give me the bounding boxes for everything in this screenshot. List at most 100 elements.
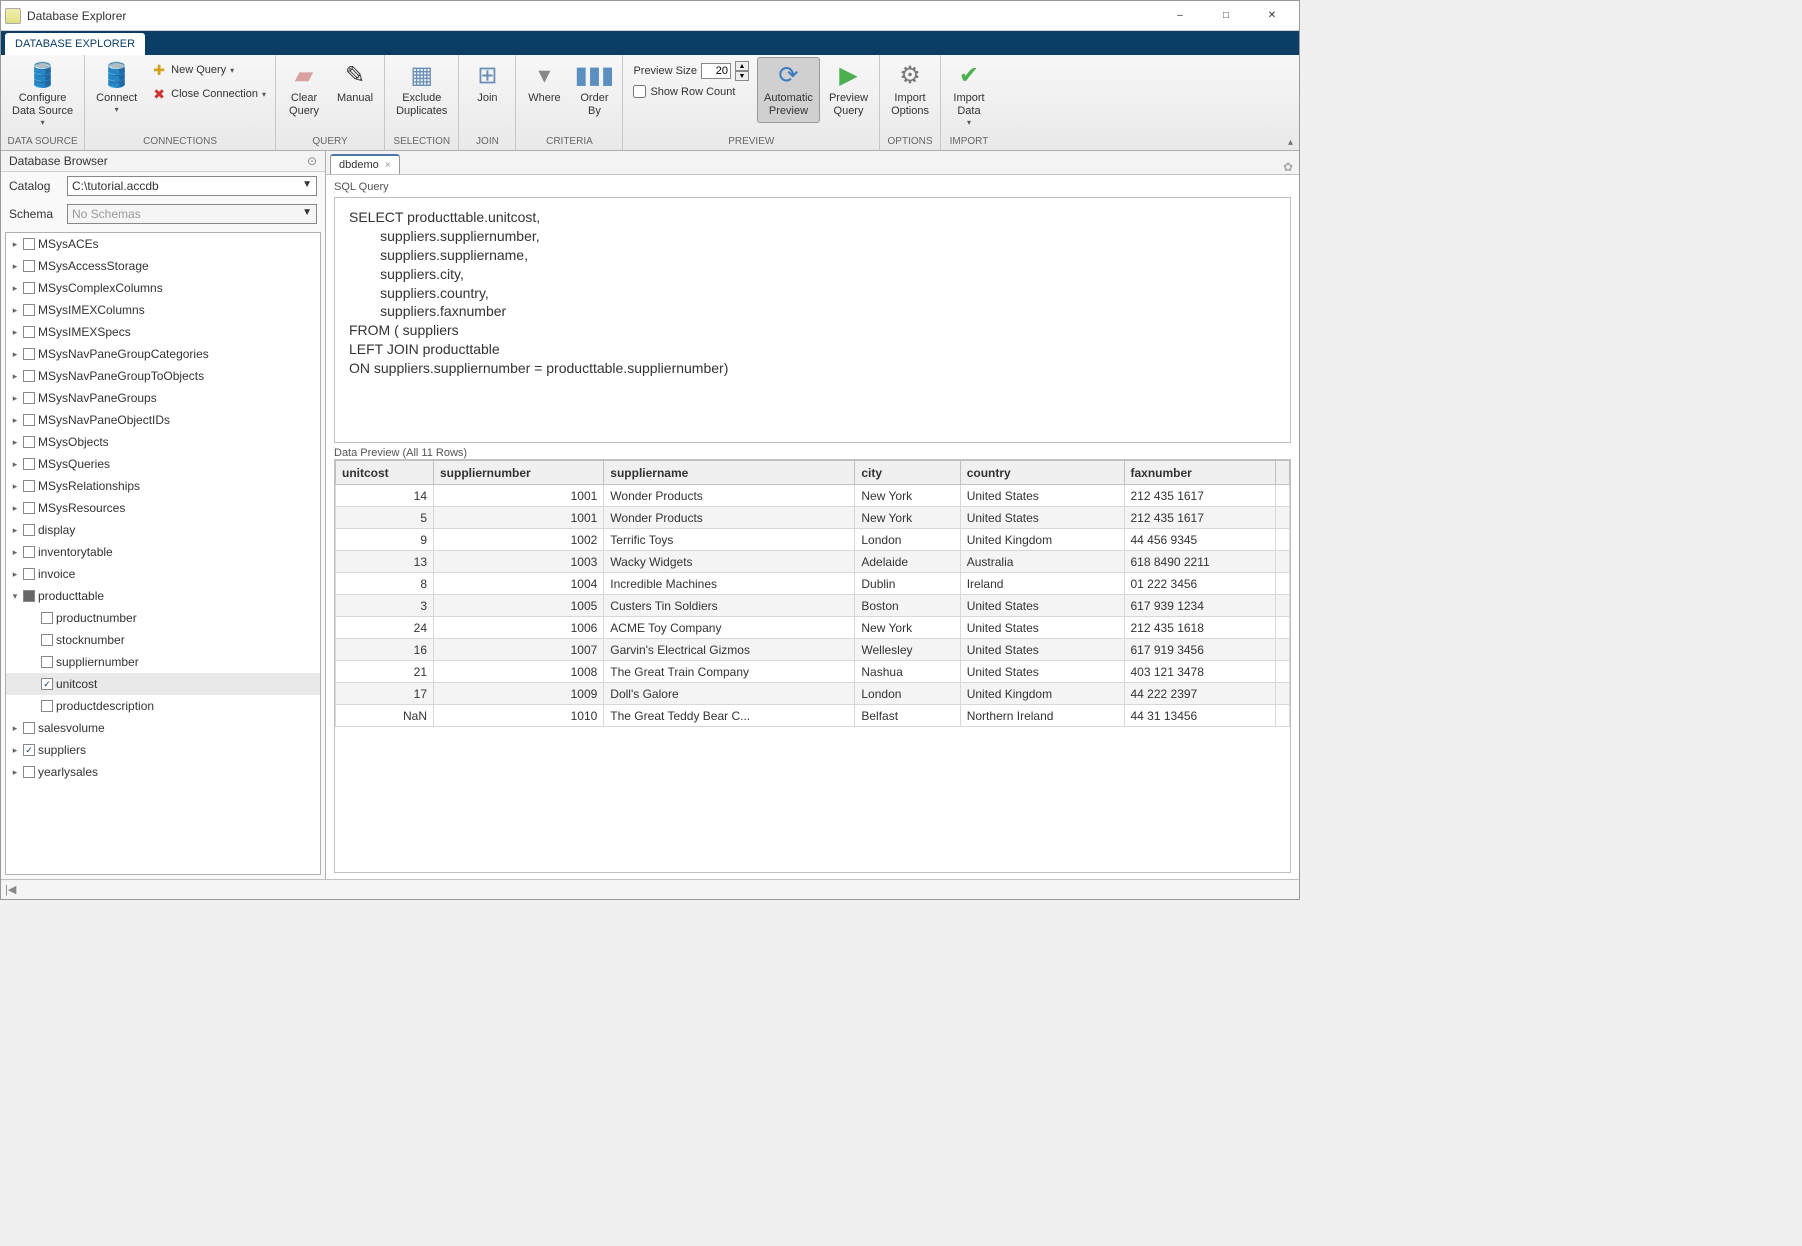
tree-item[interactable]: ▸invoice xyxy=(6,563,320,585)
tree-checkbox[interactable] xyxy=(23,238,35,250)
tree-checkbox[interactable] xyxy=(23,744,35,756)
close-connection-button[interactable]: ✖ Close Connection xyxy=(146,83,271,105)
table-row[interactable]: 81004Incredible MachinesDublinIreland01 … xyxy=(336,573,1290,595)
tree-item[interactable]: ▸suppliers xyxy=(6,739,320,761)
column-header[interactable]: unitcost xyxy=(336,461,434,485)
expander-icon[interactable]: ▸ xyxy=(10,767,20,778)
expander-icon[interactable]: ▸ xyxy=(10,415,20,426)
manual-button[interactable]: ✎ Manual xyxy=(330,57,380,110)
import-data-button[interactable]: ✔ Import Data xyxy=(945,57,993,133)
catalog-dropdown[interactable]: C:\tutorial.accdb ▼ xyxy=(67,176,317,196)
panel-options-icon[interactable]: ⊙ xyxy=(307,154,317,168)
tree-item[interactable]: unitcost xyxy=(6,673,320,695)
tree-checkbox[interactable] xyxy=(23,722,35,734)
expander-icon[interactable]: ▸ xyxy=(10,349,20,360)
tree-item[interactable]: ▸MSysResources xyxy=(6,497,320,519)
toolstrip-tab-database-explorer[interactable]: DATABASE EXPLORER xyxy=(5,33,145,55)
new-query-button[interactable]: ✚ New Query xyxy=(146,59,271,81)
expander-icon[interactable]: ▸ xyxy=(10,503,20,514)
expander-icon[interactable]: ▸ xyxy=(10,745,20,756)
tree-checkbox[interactable] xyxy=(23,260,35,272)
exclude-duplicates-button[interactable]: ▦ Exclude Duplicates xyxy=(389,57,454,123)
connect-button[interactable]: 🛢️ Connect xyxy=(89,57,144,120)
tree-item[interactable]: ▸MSysIMEXSpecs xyxy=(6,321,320,343)
table-row[interactable]: 141001Wonder ProductsNew YorkUnited Stat… xyxy=(336,485,1290,507)
table-row[interactable]: 91002Terrific ToysLondonUnited Kingdom44… xyxy=(336,529,1290,551)
expander-icon[interactable]: ▸ xyxy=(10,239,20,250)
tree-checkbox[interactable] xyxy=(23,524,35,536)
table-row[interactable]: 171009Doll's GaloreLondonUnited Kingdom4… xyxy=(336,683,1290,705)
tree-item[interactable]: ▸yearlysales xyxy=(6,761,320,783)
sql-query-textarea[interactable]: SELECT producttable.unitcost, suppliers.… xyxy=(334,197,1291,443)
tree-item[interactable]: ▸MSysComplexColumns xyxy=(6,277,320,299)
tree-item[interactable]: ▸MSysNavPaneGroups xyxy=(6,387,320,409)
tree-item[interactable]: ▾producttable xyxy=(6,585,320,607)
expander-icon[interactable]: ▾ xyxy=(10,591,20,602)
where-button[interactable]: ▾ Where xyxy=(520,57,568,110)
tree-item[interactable]: ▸salesvolume xyxy=(6,717,320,739)
tree-item[interactable]: suppliernumber xyxy=(6,651,320,673)
tree-checkbox[interactable] xyxy=(23,590,35,602)
document-tab-dbdemo[interactable]: dbdemo × xyxy=(330,154,400,174)
tree-item[interactable]: productnumber xyxy=(6,607,320,629)
tree-checkbox[interactable] xyxy=(23,326,35,338)
tree-checkbox[interactable] xyxy=(23,392,35,404)
tree-checkbox[interactable] xyxy=(41,656,53,668)
tree-checkbox[interactable] xyxy=(23,348,35,360)
tree-item[interactable]: stocknumber xyxy=(6,629,320,651)
table-row[interactable]: 31005Custers Tin SoldiersBostonUnited St… xyxy=(336,595,1290,617)
tree-checkbox[interactable] xyxy=(23,480,35,492)
automatic-preview-button[interactable]: ⟳ Automatic Preview xyxy=(757,57,820,123)
tree-item[interactable]: ▸MSysIMEXColumns xyxy=(6,299,320,321)
tree-checkbox[interactable] xyxy=(23,502,35,514)
table-row[interactable]: 51001Wonder ProductsNew YorkUnited State… xyxy=(336,507,1290,529)
table-tree[interactable]: ▸MSysACEs▸MSysAccessStorage▸MSysComplexC… xyxy=(5,232,321,875)
tree-checkbox[interactable] xyxy=(23,282,35,294)
tree-item[interactable]: ▸MSysAccessStorage xyxy=(6,255,320,277)
table-row[interactable]: 241006ACME Toy CompanyNew YorkUnited Sta… xyxy=(336,617,1290,639)
tree-item[interactable]: ▸MSysNavPaneGroupCategories xyxy=(6,343,320,365)
tree-checkbox[interactable] xyxy=(23,546,35,558)
column-header[interactable]: country xyxy=(960,461,1124,485)
order-by-button[interactable]: ▮▮▮ Order By xyxy=(570,57,618,123)
table-row[interactable]: 211008The Great Train CompanyNashuaUnite… xyxy=(336,661,1290,683)
tree-checkbox[interactable] xyxy=(41,700,53,712)
table-row[interactable]: 131003Wacky WidgetsAdelaideAustralia618 … xyxy=(336,551,1290,573)
expander-icon[interactable]: ▸ xyxy=(10,459,20,470)
column-header[interactable]: suppliername xyxy=(604,461,855,485)
tree-item[interactable]: ▸MSysNavPaneGroupToObjects xyxy=(6,365,320,387)
tree-item[interactable]: ▸display xyxy=(6,519,320,541)
tree-item[interactable]: ▸MSysRelationships xyxy=(6,475,320,497)
tab-options-icon[interactable]: ✿ xyxy=(1283,160,1293,174)
tree-item[interactable]: ▸MSysNavPaneObjectIDs xyxy=(6,409,320,431)
expander-icon[interactable]: ▸ xyxy=(10,569,20,580)
minimize-button[interactable]: – xyxy=(1157,1,1203,31)
expander-icon[interactable]: ▸ xyxy=(10,283,20,294)
statusbar-nav-icon[interactable]: |◀ xyxy=(5,883,16,896)
configure-data-source-button[interactable]: 🛢️ Configure Data Source xyxy=(5,57,80,133)
expander-icon[interactable]: ▸ xyxy=(10,547,20,558)
tree-checkbox[interactable] xyxy=(41,612,53,624)
expander-icon[interactable]: ▸ xyxy=(10,723,20,734)
preview-size-down[interactable]: ▼ xyxy=(735,71,749,81)
tree-checkbox[interactable] xyxy=(41,678,53,690)
tree-checkbox[interactable] xyxy=(23,370,35,382)
table-row[interactable]: 161007Garvin's Electrical GizmosWellesle… xyxy=(336,639,1290,661)
expander-icon[interactable]: ▸ xyxy=(10,261,20,272)
join-button[interactable]: ⊞ Join xyxy=(463,57,511,110)
expander-icon[interactable]: ▸ xyxy=(10,305,20,316)
column-header[interactable]: city xyxy=(855,461,960,485)
table-row[interactable]: NaN1010The Great Teddy Bear C...BelfastN… xyxy=(336,705,1290,727)
data-preview-grid[interactable]: unitcostsuppliernumbersuppliernamecityco… xyxy=(335,460,1290,727)
show-row-count-checkbox[interactable] xyxy=(633,85,646,98)
expander-icon[interactable]: ▸ xyxy=(10,393,20,404)
tree-checkbox[interactable] xyxy=(23,458,35,470)
tree-checkbox[interactable] xyxy=(41,634,53,646)
preview-query-button[interactable]: ▶ Preview Query xyxy=(822,57,875,123)
column-header[interactable]: suppliernumber xyxy=(434,461,604,485)
tree-checkbox[interactable] xyxy=(23,766,35,778)
import-options-button[interactable]: ⚙ Import Options xyxy=(884,57,936,123)
tree-item[interactable]: ▸MSysACEs xyxy=(6,233,320,255)
tree-checkbox[interactable] xyxy=(23,304,35,316)
expander-icon[interactable]: ▸ xyxy=(10,371,20,382)
